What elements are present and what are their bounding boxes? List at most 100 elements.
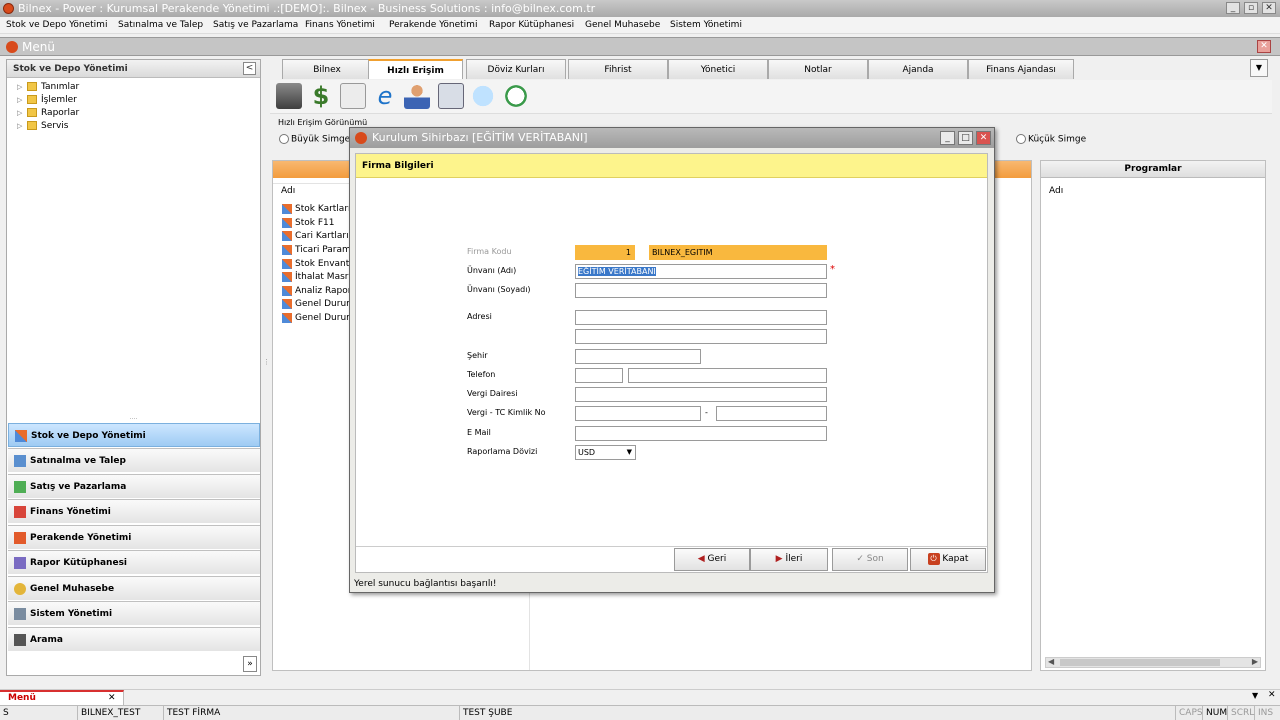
- bottom-tab-menu[interactable]: Menü ✕: [0, 690, 124, 705]
- small-icons-radio[interactable]: Küçük Simge: [1016, 134, 1086, 145]
- dialog-status: Yerel sunucu bağlantısı başarılı!: [354, 579, 497, 589]
- splitter-handle[interactable]: ....: [7, 415, 260, 421]
- vergi-dairesi-input[interactable]: [575, 387, 827, 402]
- nav-rapor[interactable]: Rapor Kütüphanesi: [8, 550, 260, 574]
- quick-toolbar: $ e: [270, 80, 1272, 114]
- tab-notlar[interactable]: Notlar: [768, 59, 868, 79]
- tab-bilnex[interactable]: Bilnex: [282, 59, 372, 79]
- nav-muhasebe[interactable]: Genel Muhasebe: [8, 576, 260, 600]
- sehir-input[interactable]: [575, 349, 701, 364]
- telefon-number-input[interactable]: [628, 368, 827, 383]
- vertical-splitter[interactable]: ⋮: [263, 359, 270, 372]
- nav-perakende[interactable]: Perakende Yönetimi: [8, 525, 260, 549]
- horizontal-scrollbar[interactable]: ◀ ▶: [1045, 657, 1261, 668]
- grid-item[interactable]: İthalat Masraf: [282, 271, 357, 284]
- menu-finans[interactable]: Finans Yönetimi: [305, 17, 375, 34]
- bottom-tab-strip: Menü ✕ ▼ ✕: [0, 689, 1280, 705]
- scroll-thumb[interactable]: [1060, 659, 1220, 666]
- dialog-close-button[interactable]: ✕: [976, 131, 991, 145]
- tree-item-servis[interactable]: ▷ Servis: [17, 120, 68, 133]
- tree-item-tanimlar[interactable]: ▷ Tanımlar: [17, 81, 79, 94]
- grid-item[interactable]: Stok F11: [282, 217, 334, 230]
- grid-item[interactable]: Cari Kartları: [282, 230, 349, 243]
- label-adresi: Adresi: [467, 312, 492, 321]
- chat-icon[interactable]: [470, 83, 496, 109]
- expand-nav-button[interactable]: »: [243, 656, 257, 672]
- txt-file-icon[interactable]: [340, 83, 366, 109]
- user-icon[interactable]: [404, 83, 430, 109]
- tab-finans-ajandasi[interactable]: Finans Ajandası: [968, 59, 1074, 79]
- menu-muhasebe[interactable]: Genel Muhasebe: [585, 17, 660, 34]
- calculator-icon[interactable]: [438, 83, 464, 109]
- menu-satinalma[interactable]: Satınalma ve Talep: [118, 17, 203, 34]
- collapse-panel-button[interactable]: <: [243, 62, 256, 75]
- menu-sistem[interactable]: Sistem Yönetimi: [670, 17, 742, 34]
- dialog-content: Firma Bilgileri Firma Kodu 1 BILNEX_EGIT…: [355, 153, 988, 573]
- large-icons-radio[interactable]: Büyük Simge: [279, 134, 350, 145]
- tree-item-raporlar[interactable]: ▷ Raporlar: [17, 107, 79, 120]
- setup-wizard-dialog: Kurulum Sihirbazı [EĞİTİM VERİTABANI] _ …: [349, 127, 995, 593]
- minimize-button[interactable]: _: [1226, 2, 1240, 14]
- grid-item[interactable]: Stok Kartları: [282, 203, 351, 216]
- binoculars-icon: [14, 634, 26, 646]
- telefon-area-input[interactable]: [575, 368, 623, 383]
- nav-arama[interactable]: Arama: [8, 627, 260, 651]
- restore-button[interactable]: ▫: [1244, 2, 1258, 14]
- grid-item[interactable]: Analiz Raporu: [282, 285, 357, 298]
- status-cell-db: BILNEX_TEST: [78, 706, 164, 720]
- tc-kimlik-input[interactable]: [716, 406, 827, 421]
- adres-line1-input[interactable]: [575, 310, 827, 325]
- scrl-indicator: SCRL: [1228, 706, 1255, 720]
- tab-ajanda[interactable]: Ajanda: [868, 59, 968, 79]
- disk-icon[interactable]: [276, 83, 302, 109]
- back-button[interactable]: ◀ Geri: [674, 548, 750, 571]
- unvani-soyadi-input[interactable]: [575, 283, 827, 298]
- nav-satis[interactable]: Satış ve Pazarlama: [8, 474, 260, 498]
- label-email: E Mail: [467, 428, 491, 437]
- close-button[interactable]: ✕: [1262, 2, 1276, 14]
- mdi-title: Menü: [22, 40, 55, 54]
- nav-sistem[interactable]: Sistem Yönetimi: [8, 601, 260, 625]
- internet-explorer-icon[interactable]: e: [372, 83, 398, 109]
- power-icon: ⏻: [927, 553, 940, 565]
- nav-satinalma[interactable]: Satınalma ve Talep: [8, 448, 260, 472]
- tab-yonetici[interactable]: Yönetici: [668, 59, 768, 79]
- dialog-title: Kurulum Sihirbazı [EĞİTİM VERİTABANI]: [372, 131, 588, 144]
- nav-finans[interactable]: Finans Yönetimi: [8, 499, 260, 523]
- unvani-adi-input[interactable]: EĞİTİM VERİTABANI: [575, 264, 827, 279]
- tabs-close-icon[interactable]: ✕: [1268, 690, 1276, 700]
- scroll-right-icon[interactable]: ▶: [1252, 657, 1258, 666]
- dialog-minimize-button[interactable]: _: [940, 131, 955, 145]
- email-input[interactable]: [575, 426, 827, 441]
- programs-column-header: Adı: [1049, 186, 1064, 196]
- tabs-down-icon[interactable]: ▼: [1252, 691, 1258, 700]
- dollar-icon[interactable]: $: [308, 83, 334, 109]
- menu-perakende[interactable]: Perakende Yönetimi: [389, 17, 477, 34]
- close-dialog-button[interactable]: ⏻ Kapat: [910, 548, 986, 571]
- scroll-left-icon[interactable]: ◀: [1048, 657, 1054, 666]
- tab-fihrist[interactable]: Fihrist: [568, 59, 668, 79]
- tabs-dropdown-button[interactable]: ▼: [1250, 59, 1268, 77]
- tab-hizli-erisim[interactable]: Hızlı Erişim: [368, 59, 463, 79]
- dialog-maximize-button[interactable]: □: [958, 131, 973, 145]
- menu-stok[interactable]: Stok ve Depo Yönetimi: [6, 17, 107, 34]
- doviz-select[interactable]: USD ▼: [575, 445, 636, 460]
- grid-item[interactable]: Stok Envanter: [282, 258, 359, 271]
- close-tab-icon[interactable]: ✕: [108, 693, 116, 703]
- next-button[interactable]: ▶ İleri: [750, 548, 828, 571]
- adres-line2-input[interactable]: [575, 329, 827, 344]
- tree-item-islemler[interactable]: ▷ İşlemler: [17, 94, 77, 107]
- clock-icon[interactable]: [503, 83, 529, 109]
- finish-button[interactable]: ✓ Son: [832, 548, 908, 571]
- vergi-no-input[interactable]: [575, 406, 701, 421]
- grid-column-header: Adı: [281, 186, 296, 196]
- menu-rapor[interactable]: Rapor Kütüphanesi: [489, 17, 574, 34]
- mdi-close-button[interactable]: ✕: [1257, 40, 1271, 53]
- left-panel: Stok ve Depo Yönetimi < ▷ Tanımlar ▷ İşlem…: [6, 59, 261, 676]
- tab-doviz[interactable]: Döviz Kurları: [466, 59, 566, 79]
- menu-satis[interactable]: Satış ve Pazarlama: [213, 17, 298, 34]
- label-telefon: Telefon: [467, 370, 496, 379]
- nav-stok[interactable]: Stok ve Depo Yönetimi: [8, 423, 260, 447]
- status-cell-s: S: [0, 706, 78, 720]
- menu-window-icon: [6, 41, 18, 53]
